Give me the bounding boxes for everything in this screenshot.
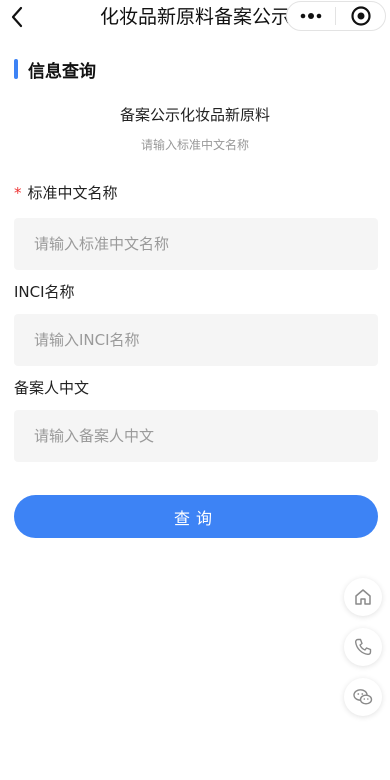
inci-name-input[interactable] [14,314,378,366]
back-button[interactable] [4,4,30,30]
info-title: 备案公示化妆品新原料 [119,106,270,124]
page-title: 化妆品新原料备案公示 [100,6,290,28]
wechat-icon [353,689,373,705]
top-navbar: 化妆品新原料备案公示 [0,0,390,34]
close-miniprogram-button[interactable] [336,2,385,30]
float-phone-button[interactable] [344,628,382,666]
more-button[interactable] [287,2,335,30]
section-header: 信息查询 [14,58,96,82]
field-label-text: 标准中文名称 [27,184,118,202]
miniprogram-capsule [286,1,386,31]
field-label-registrant: 备案人中文 [14,379,90,397]
target-close-icon [350,6,371,26]
required-mark: * [14,184,22,202]
float-wechat-button[interactable] [344,678,382,716]
section-title: 信息查询 [28,61,96,82]
chevron-left-icon [11,6,23,28]
field-label-standard-name: * 标准中文名称 [14,182,118,203]
registrant-input[interactable] [14,410,378,462]
query-button[interactable]: 查询 [14,495,378,538]
field-label-inci-name: INCI名称 [14,283,75,301]
phone-icon [354,638,372,656]
more-dots-icon [300,13,322,19]
section-accent-bar [14,59,18,79]
info-subtitle: 请输入标准中文名称 [140,138,249,152]
float-home-button[interactable] [344,578,382,616]
standard-name-input[interactable] [14,218,378,270]
home-icon [355,589,371,605]
